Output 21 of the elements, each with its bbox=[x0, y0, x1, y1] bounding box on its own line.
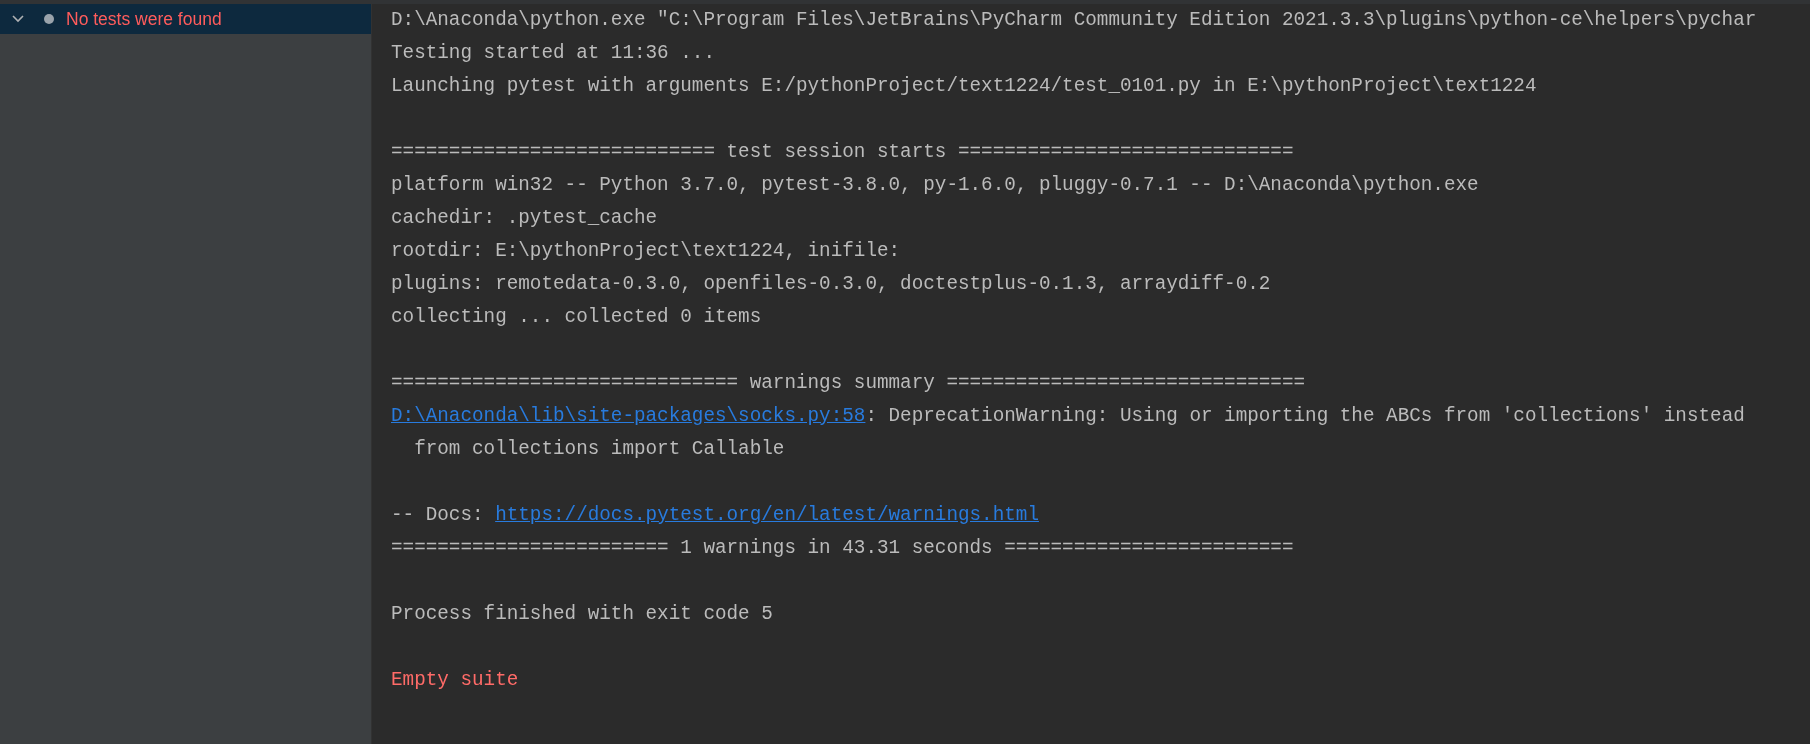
console-text: from collections import Callable bbox=[413, 438, 785, 460]
tree-item[interactable]: No tests were found bbox=[0, 4, 371, 34]
console-text: ============================== warnings summary =============================== bbox=[391, 372, 1306, 394]
console-text: : DeprecationWarning: Using or importing the ABCs from 'collections' instead bbox=[865, 405, 1745, 427]
console-text: rootdir: E:\pythonProject\text1224, inifile: bbox=[391, 240, 901, 262]
console-text: ======================== 1 warnings in 43.31 seconds ========================= bbox=[391, 537, 1294, 559]
console-text: plugins: remotedata-0.3.0, openfiles-0.3.0, doctestplus-0.1.3, arraydiff-0.2 bbox=[391, 273, 1271, 295]
tree-item-label: No tests were found bbox=[66, 8, 222, 30]
status-dot-icon bbox=[44, 14, 54, 24]
file-link[interactable]: D:\Anaconda\lib\site-packages\socks.py:58 bbox=[391, 405, 866, 427]
error-message: Empty suite bbox=[391, 669, 519, 691]
console-text: collecting ... collected 0 items bbox=[391, 306, 762, 328]
console-text: ============================ test session starts ============================= bbox=[391, 141, 1294, 163]
console-text: -- Docs: bbox=[391, 504, 485, 526]
console-text: Launching pytest with arguments E:/pythonProject/text1224/test_0101.py in E:\pythonProject\text1224 bbox=[391, 75, 1537, 97]
console-text: D:\Anaconda\python.exe "C:\Program Files\JetBrains\PyCharm Community Edition 2021.3.3\plugins\python-ce\helpers\pychar bbox=[391, 9, 1757, 31]
console-text: Process finished with exit code 5 bbox=[391, 603, 773, 625]
console-text: Testing started at 11:36 ... bbox=[391, 42, 715, 64]
console-text: platform win32 -- Python 3.7.0, pytest-3.8.0, py-1.6.0, pluggy-0.7.1 -- D:\Anaconda\python.exe bbox=[391, 174, 1479, 196]
console-text: cachedir: .pytest_cache bbox=[391, 207, 658, 229]
file-link[interactable]: https://docs.pytest.org/en/latest/warnings.html bbox=[495, 504, 1039, 526]
